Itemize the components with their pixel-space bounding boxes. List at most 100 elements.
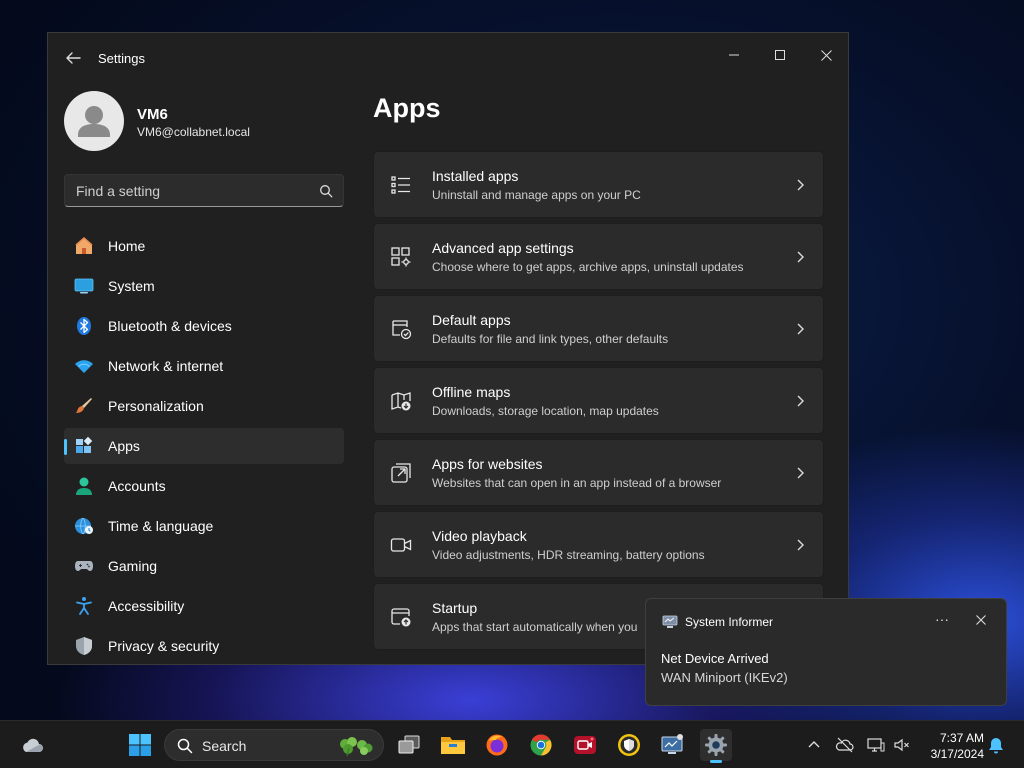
notification-close-button[interactable] [972,611,990,629]
bell-icon [989,738,1003,754]
profile-email: VM6@collabnet.local [137,125,250,139]
app-settings-icon [391,247,411,267]
notification-title: Net Device Arrived [661,651,769,666]
sidebar-item-gaming[interactable]: Gaming [64,548,344,584]
chevron-right-icon [797,539,804,551]
card-title: Offline maps [432,384,511,400]
account-icon [76,477,92,495]
task-view-icon [398,735,420,754]
taskbar-firefox[interactable] [481,729,513,761]
taskbar-chrome[interactable] [525,729,557,761]
taskbar: Search 7:37 AM 3/17/2024 [0,720,1024,768]
taskbar-settings[interactable] [700,729,732,763]
minimize-button[interactable] [711,39,757,71]
sidebar-item-system[interactable]: System [64,268,344,304]
card-description: Apps that start automatically when you [432,620,638,634]
shield-icon [76,637,92,655]
back-arrow-icon [66,52,81,64]
user-avatar-icon [78,106,110,137]
task-view-button[interactable] [393,729,425,761]
sidebar-item-home[interactable]: Home [64,228,344,264]
card-title: Default apps [432,312,511,328]
tray-overflow-button[interactable] [804,735,824,755]
chevron-right-icon [797,179,804,191]
notification-center-button[interactable] [986,735,1006,755]
tray-volume[interactable] [892,735,912,755]
card-default-apps[interactable]: Default apps Defaults for file and link … [373,295,824,362]
search-input[interactable] [65,175,305,206]
taskbar-clock[interactable]: 7:37 AM 3/17/2024 [914,730,984,762]
settings-search-box[interactable] [64,174,344,207]
tray-onedrive[interactable] [835,735,855,755]
bluetooth-icon [77,317,91,335]
sidebar-item-bluetooth[interactable]: Bluetooth & devices [64,308,344,344]
sidebar-item-label: System [108,278,155,294]
card-description: Uninstall and manage apps on your PC [432,188,641,202]
card-video-playback[interactable]: Video playback Video adjustments, HDR st… [373,511,824,578]
sidebar-item-privacy-security[interactable]: Privacy & security [64,628,344,664]
startup-icon [391,608,411,627]
video-recorder-icon [574,736,596,754]
sidebar-item-accessibility[interactable]: Accessibility [64,588,344,624]
card-installed-apps[interactable]: Installed apps Uninstall and manage apps… [373,151,824,218]
sidebar-item-personalization[interactable]: Personalization [64,388,344,424]
notification-more-button[interactable]: ··· [931,609,953,631]
chevron-up-icon [808,741,820,748]
tray-network[interactable] [866,735,886,755]
taskbar-search-label: Search [202,738,247,754]
card-description: Choose where to get apps, archive apps, … [432,260,744,274]
sidebar-item-time-language[interactable]: Time & language [64,508,344,544]
sidebar-item-label: Privacy & security [108,638,220,654]
clover-search-highlight-icon [340,737,373,757]
weather-widget-button[interactable] [16,729,48,761]
title-bar[interactable]: Settings [48,33,848,83]
system-informer-icon [662,615,678,628]
chevron-right-icon [797,467,804,479]
apps-icon [76,436,93,453]
notification-toast[interactable]: System Informer ··· Net Device Arrived W… [645,598,1007,706]
taskbar-search[interactable]: Search [164,729,384,761]
clock-time: 7:37 AM [939,731,984,745]
maximize-button[interactable] [757,39,803,71]
sidebar-item-label: Bluetooth & devices [108,318,232,334]
card-title: Installed apps [432,168,519,184]
settings-window: Settings VM6 VM6@collabnet.local Find a … [47,32,849,665]
start-button[interactable] [124,729,156,761]
minimize-icon [729,54,739,56]
card-title: Startup [432,600,478,616]
back-button[interactable] [62,47,84,69]
sidebar-item-label: Personalization [108,398,204,414]
gamepad-icon [75,561,93,571]
maximize-icon [775,50,785,60]
avatar[interactable] [64,91,124,151]
sidebar-item-network[interactable]: Network & internet [64,348,344,384]
brush-icon [76,398,92,413]
card-apps-for-websites[interactable]: Apps for websites Websites that can open… [373,439,824,506]
notification-body: WAN Miniport (IKEv2) [661,670,788,685]
sidebar-item-apps[interactable]: Apps [64,428,344,464]
card-title: Apps for websites [432,456,543,472]
taskbar-file-explorer[interactable] [437,729,469,761]
card-title: Video playback [432,528,527,544]
taskbar-system-informer[interactable] [657,729,689,761]
window-title: Settings [98,51,145,66]
taskbar-brave[interactable] [613,729,645,761]
taskbar-screen-recorder[interactable] [569,729,601,761]
firefox-icon [486,734,508,756]
video-icon [390,538,412,552]
card-advanced-app-settings[interactable]: Advanced app settings Choose where to ge… [373,223,824,290]
close-button[interactable] [803,39,848,71]
sidebar-item-label: Accounts [108,478,166,494]
sidebar-nav: Home System Bluetooth & devices Network … [64,228,344,664]
notification-app-name: System Informer [685,615,774,629]
sidebar-item-accounts[interactable]: Accounts [64,468,344,504]
sidebar-item-label: Apps [108,438,140,454]
chevron-right-icon [797,395,804,407]
globe-clock-icon [75,517,93,535]
card-description: Downloads, storage location, map updates [432,404,659,418]
sidebar-item-label: Network & internet [108,358,224,374]
page-title: Apps [373,93,441,123]
clock-date: 3/17/2024 [930,747,984,761]
monitor-app-icon [661,734,683,754]
card-offline-maps[interactable]: Offline maps Downloads, storage location… [373,367,824,434]
